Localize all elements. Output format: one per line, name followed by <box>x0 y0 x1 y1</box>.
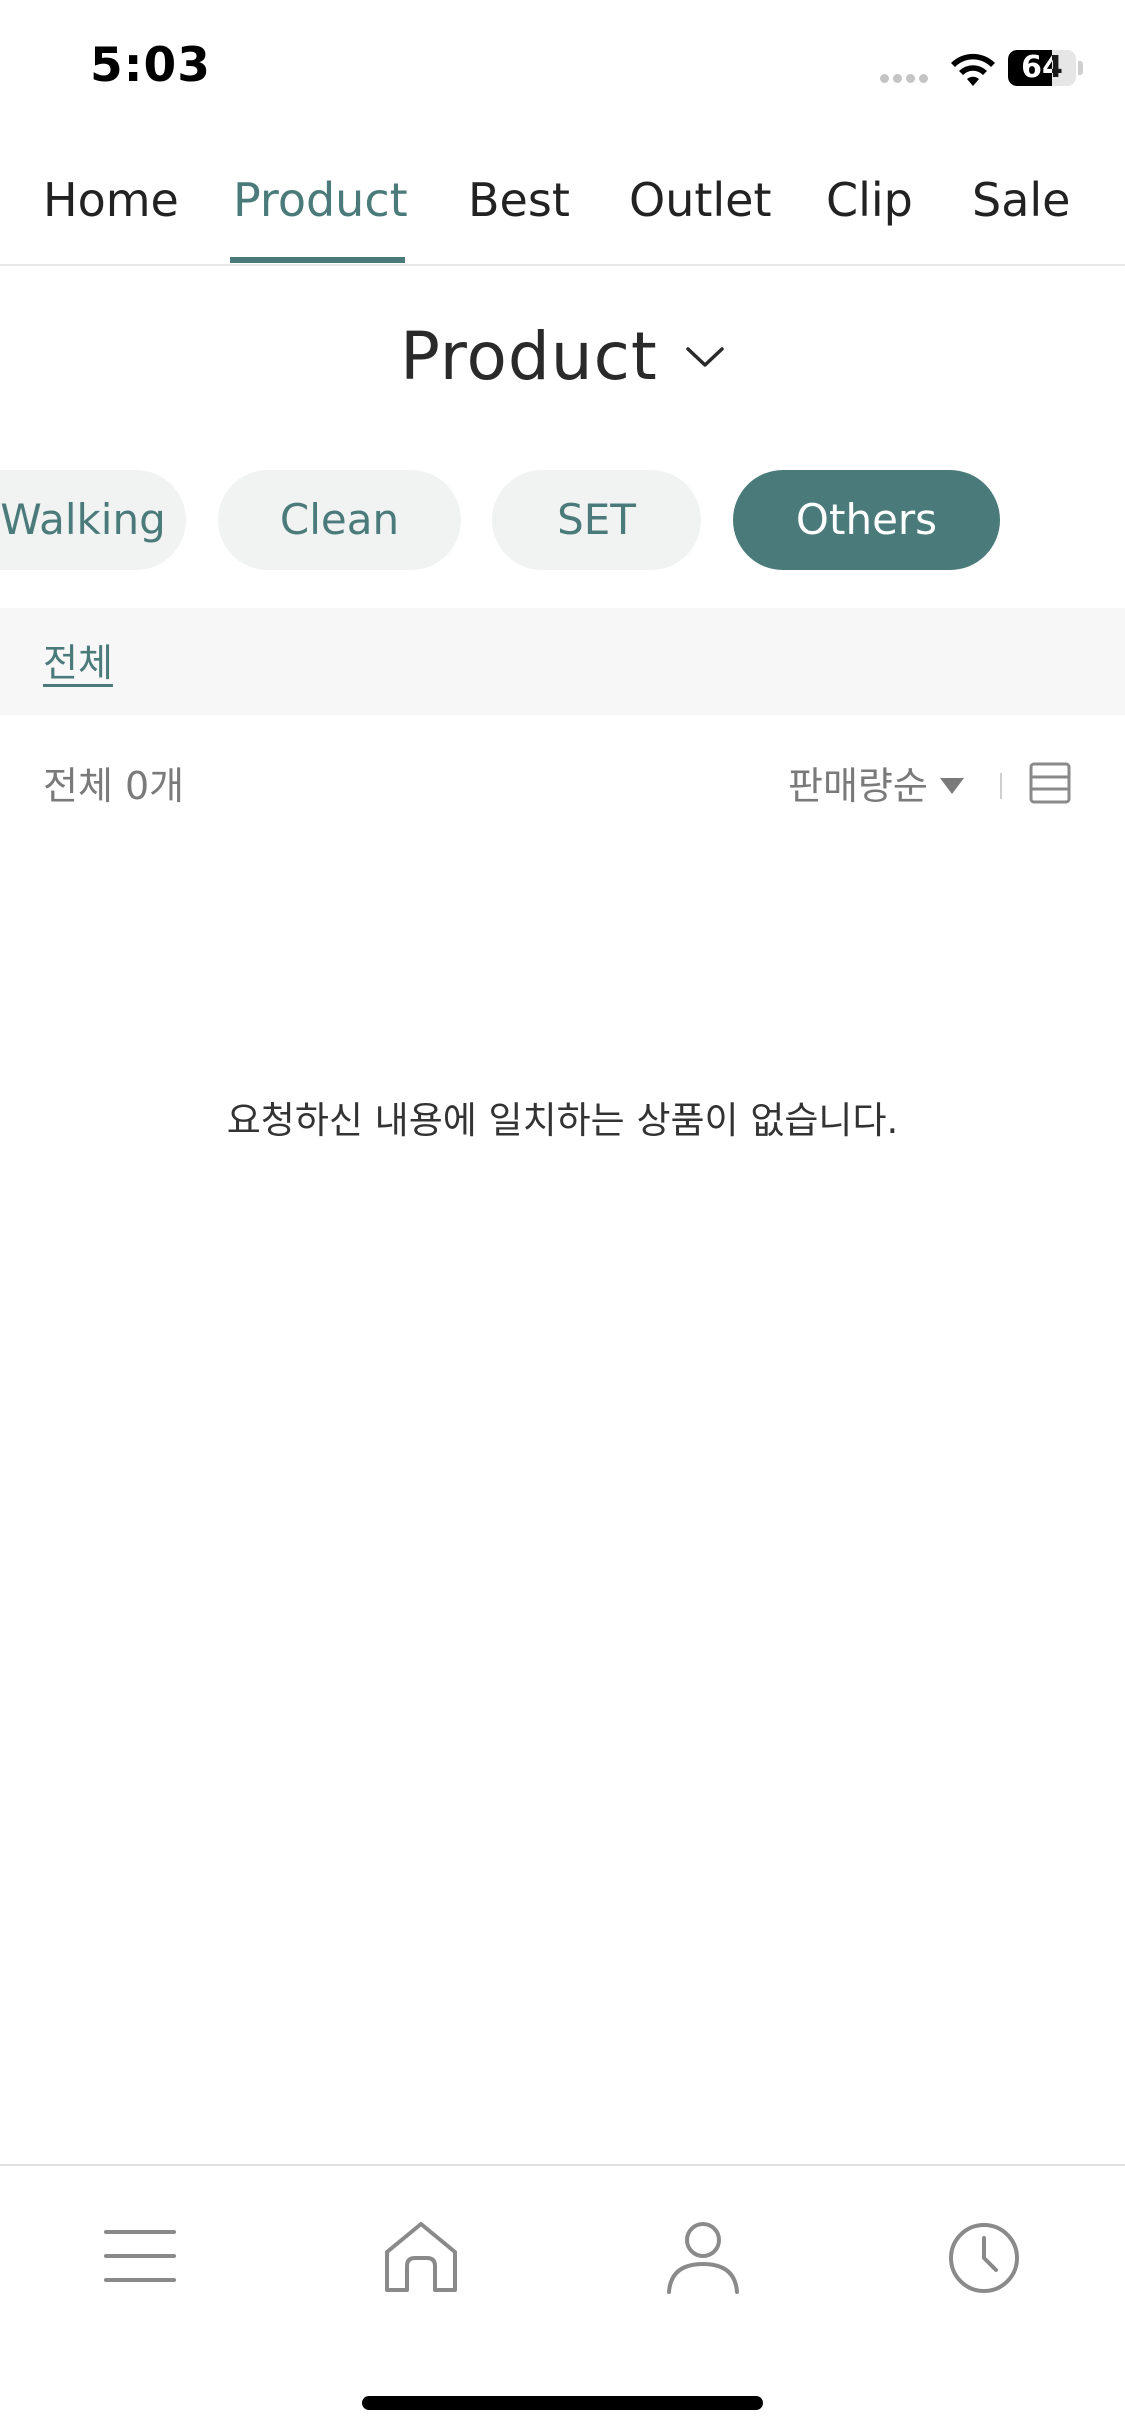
wifi-icon <box>951 53 995 86</box>
result-count: 전체 0개 <box>43 764 185 808</box>
home-indicator <box>362 2396 763 2410</box>
subcategory-bar: 전체 <box>0 608 1125 715</box>
caret-down-icon <box>939 777 964 794</box>
app-root: 5:03 64 Home Product Best Outlet Clip Sa… <box>0 0 1125 2436</box>
clock-icon[interactable] <box>934 2206 1034 2306</box>
battery-nub <box>1078 61 1083 75</box>
top-nav: Home Product Best Outlet Clip Sale <box>0 150 1125 266</box>
status-bar: 5:03 64 <box>0 0 1125 130</box>
list-header: 전체 0개 판매량순 <box>0 745 1125 815</box>
battery-icon: 64 <box>1008 50 1076 86</box>
home-icon[interactable] <box>371 2206 471 2306</box>
sort-label: 판매량순 <box>788 764 928 808</box>
tab-sale[interactable]: Sale <box>972 160 1070 264</box>
battery-level: 64 <box>1021 50 1063 85</box>
tab-outlet[interactable]: Outlet <box>629 160 772 264</box>
category-chips: Walking Clean SET Others <box>0 470 1125 570</box>
subcategory-all-link[interactable]: 전체 <box>43 632 113 687</box>
page-title-dropdown[interactable]: Product <box>0 318 1125 418</box>
empty-state-message: 요청하신 내용에 일치하는 상품이 없습니다. <box>226 1099 899 1142</box>
status-time: 5:03 <box>90 38 211 93</box>
list-view-icon[interactable] <box>1028 761 1072 805</box>
cellular-signal-icon <box>880 74 928 83</box>
sort-dropdown[interactable]: 판매량순 <box>788 755 964 810</box>
chip-others[interactable]: Others <box>733 470 1000 570</box>
tab-clip[interactable]: Clip <box>826 160 913 264</box>
user-icon[interactable] <box>653 2206 753 2306</box>
active-tab-indicator <box>230 257 405 263</box>
divider <box>1000 773 1002 799</box>
tab-product[interactable]: Product <box>233 160 408 264</box>
page-title: Product <box>400 318 658 395</box>
chip-set[interactable]: SET <box>492 470 701 570</box>
chevron-down-icon <box>686 346 724 367</box>
chip-walking[interactable]: Walking <box>0 470 186 570</box>
tab-home[interactable]: Home <box>43 160 179 264</box>
chip-clean[interactable]: Clean <box>218 470 461 570</box>
tab-best[interactable]: Best <box>468 160 570 264</box>
menu-icon[interactable] <box>90 2206 190 2306</box>
